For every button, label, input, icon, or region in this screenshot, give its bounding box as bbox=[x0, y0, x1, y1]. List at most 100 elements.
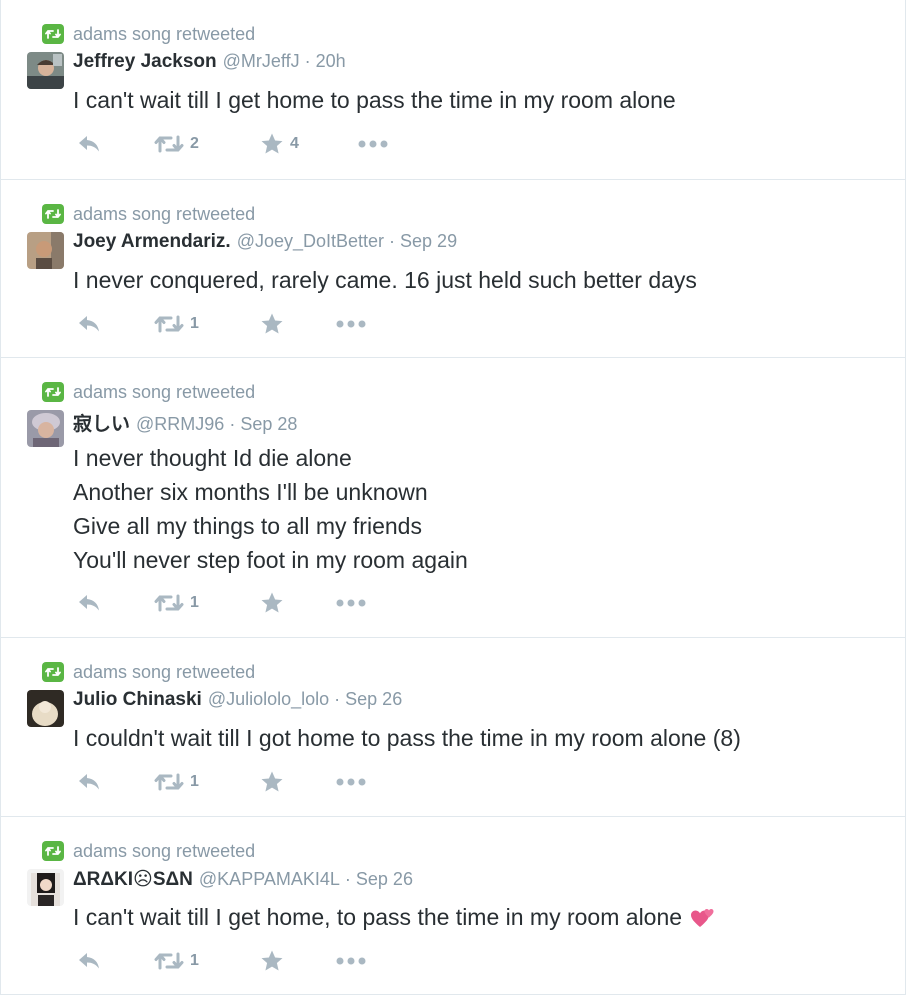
retweet-icon bbox=[154, 773, 184, 791]
more-button[interactable] bbox=[336, 948, 366, 974]
author-username[interactable]: @Joey_DoItBetter bbox=[237, 231, 384, 252]
more-button[interactable] bbox=[336, 590, 366, 616]
more-button[interactable] bbox=[336, 311, 366, 337]
more-dots-icon bbox=[336, 320, 366, 328]
tweet-text-line: Another six months I'll be unknown bbox=[73, 479, 428, 505]
avatar[interactable] bbox=[27, 232, 64, 269]
tweet-text-line: You'll never step foot in my room again bbox=[73, 547, 468, 573]
retweet-count: 1 bbox=[190, 315, 199, 332]
tweet-actions: 1 bbox=[73, 590, 473, 616]
author-fullname[interactable]: ΔRΔKI☹SΔN bbox=[73, 868, 193, 891]
tweet-header: ΔRΔKI☹SΔN @KAPPAMAKI4L · Sep 26 bbox=[73, 868, 413, 894]
retweet-context: adams song retweeted bbox=[42, 202, 255, 226]
reply-icon bbox=[79, 136, 99, 152]
reply-icon bbox=[79, 316, 99, 332]
retweet-count: 1 bbox=[190, 952, 199, 969]
tweet[interactable]: adams song retweeted Joey Armendariz. @J… bbox=[1, 180, 905, 358]
author-fullname[interactable]: Julio Chinaski bbox=[73, 689, 202, 711]
retweet-context-text: adams song retweeted bbox=[73, 840, 256, 861]
author-fullname[interactable]: Joey Armendariz. bbox=[73, 231, 231, 253]
header-separator: · bbox=[334, 689, 341, 709]
reply-button[interactable] bbox=[77, 769, 101, 795]
more-dots-icon bbox=[336, 599, 366, 607]
tweet-timestamp[interactable]: Sep 26 bbox=[345, 689, 402, 710]
tweet-timestamp[interactable]: Sep 29 bbox=[400, 231, 457, 252]
star-icon bbox=[261, 313, 283, 334]
retweet-button[interactable]: 1 bbox=[154, 311, 199, 337]
tweet-header: 寂しい @RRMJ96 · Sep 28 bbox=[73, 409, 297, 435]
tweet-actions: 1 bbox=[73, 311, 473, 337]
author-fullname[interactable]: Jeffrey Jackson bbox=[73, 51, 217, 73]
retweet-button[interactable]: 1 bbox=[154, 948, 199, 974]
tweet-header: Joey Armendariz. @Joey_DoItBetter · Sep … bbox=[73, 231, 457, 257]
retweet-badge-icon bbox=[42, 662, 64, 682]
more-dots-icon bbox=[336, 778, 366, 786]
retweet-badge-icon bbox=[42, 24, 64, 44]
favorite-button[interactable] bbox=[260, 948, 290, 974]
retweet-context: adams song retweeted bbox=[42, 839, 255, 863]
tweet[interactable]: adams song retweeted Julio Chinaski @Jul… bbox=[1, 638, 905, 817]
retweet-badge-icon bbox=[42, 204, 64, 224]
tweet-text-line: I can't wait till I get home to pass the… bbox=[73, 87, 676, 113]
reply-icon bbox=[79, 774, 99, 790]
author-username[interactable]: @Juliololo_lolo bbox=[208, 689, 329, 710]
avatar[interactable] bbox=[27, 410, 64, 447]
retweet-count: 1 bbox=[190, 594, 199, 611]
star-icon bbox=[261, 950, 283, 971]
retweet-icon bbox=[154, 315, 184, 333]
tweet-timestamp[interactable]: Sep 26 bbox=[356, 869, 413, 890]
tweet[interactable]: adams song retweeted 寂しい @RRMJ96 · Sep 2… bbox=[1, 358, 905, 638]
retweet-count: 1 bbox=[190, 773, 199, 790]
favorite-button[interactable] bbox=[260, 311, 290, 337]
tweet-timestamp[interactable]: Sep 28 bbox=[240, 414, 297, 435]
favorite-count: 4 bbox=[290, 135, 299, 152]
retweet-context-text: adams song retweeted bbox=[73, 23, 256, 44]
star-icon bbox=[261, 133, 283, 154]
header-separator: · bbox=[304, 51, 311, 71]
retweet-icon bbox=[154, 594, 184, 612]
tweet-actions: 1 bbox=[73, 769, 473, 795]
retweet-context-text: adams song retweeted bbox=[73, 661, 256, 682]
retweet-context: adams song retweeted bbox=[42, 22, 255, 46]
header-separator: · bbox=[229, 414, 236, 434]
reply-button[interactable] bbox=[77, 131, 101, 157]
star-icon bbox=[261, 771, 283, 792]
tweet-text-line: I never conquered, rarely came. 16 just … bbox=[73, 267, 697, 293]
favorite-button[interactable]: 4 bbox=[260, 131, 299, 157]
reply-button[interactable] bbox=[77, 311, 101, 337]
two-hearts-icon bbox=[691, 909, 714, 927]
more-button[interactable] bbox=[358, 131, 388, 157]
tweet-text: I can't wait till I get home to pass the… bbox=[73, 83, 676, 117]
tweet-text: I can't wait till I get home, to pass th… bbox=[73, 900, 716, 934]
retweet-button[interactable]: 2 bbox=[154, 131, 199, 157]
more-dots-icon bbox=[336, 957, 366, 965]
star-icon bbox=[261, 592, 283, 613]
reply-icon bbox=[79, 595, 99, 611]
author-username[interactable]: @KAPPAMAKI4L bbox=[199, 869, 340, 890]
author-username[interactable]: @RRMJ96 bbox=[136, 414, 224, 435]
retweet-button[interactable]: 1 bbox=[154, 590, 199, 616]
retweet-count: 2 bbox=[190, 135, 199, 152]
more-button[interactable] bbox=[336, 769, 366, 795]
reply-icon bbox=[79, 953, 99, 969]
retweet-badge-icon bbox=[42, 841, 64, 861]
tweet[interactable]: adams song retweeted Jeffrey Jackson @Mr… bbox=[1, 0, 905, 180]
tweet-timestamp[interactable]: 20h bbox=[316, 51, 346, 72]
avatar[interactable] bbox=[27, 52, 64, 89]
reply-button[interactable] bbox=[77, 590, 101, 616]
retweet-button[interactable]: 1 bbox=[154, 769, 199, 795]
author-fullname[interactable]: 寂しい bbox=[73, 409, 130, 436]
avatar[interactable] bbox=[27, 869, 64, 906]
tweet-text: I couldn't wait till I got home to pass … bbox=[73, 721, 741, 755]
tweet-text-line: I can't wait till I get home, to pass th… bbox=[73, 900, 716, 934]
avatar[interactable] bbox=[27, 690, 64, 727]
header-separator: · bbox=[344, 869, 351, 889]
reply-button[interactable] bbox=[77, 948, 101, 974]
favorite-button[interactable] bbox=[260, 590, 290, 616]
tweet-text-line: I couldn't wait till I got home to pass … bbox=[73, 725, 741, 751]
author-username[interactable]: @MrJeffJ bbox=[223, 51, 300, 72]
tweet[interactable]: adams song retweeted ΔRΔKI☹SΔN @KAPPAMAK… bbox=[1, 817, 905, 995]
tweet-actions: 1 bbox=[73, 948, 473, 974]
favorite-button[interactable] bbox=[260, 769, 290, 795]
tweet-text: I never thought Id die alone Another six… bbox=[73, 441, 468, 577]
